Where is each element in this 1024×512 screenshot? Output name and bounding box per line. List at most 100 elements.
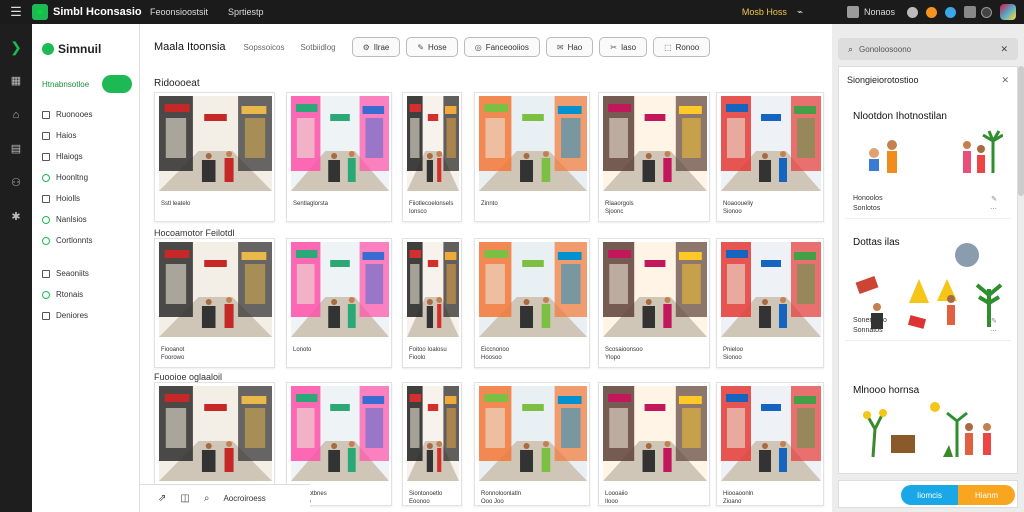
sidebar-active-item[interactable]: Htnabnsotloe	[40, 74, 132, 94]
sidebar-item[interactable]: Ruonooes	[42, 104, 92, 125]
user-name[interactable]: Nonaos	[864, 7, 895, 17]
sidebar-item-label: Deniores	[56, 311, 89, 320]
status-icon[interactable]	[907, 6, 918, 18]
sidebar-brand[interactable]: Simnuil	[42, 42, 101, 56]
photo-caption: Loooaiio	[605, 491, 628, 497]
store-photo-card[interactable]: Hiooaoonln Zioano	[716, 382, 824, 506]
search-icon[interactable]: ⌕	[204, 493, 210, 504]
button-label: Hose	[428, 42, 447, 52]
top-nav-item-2[interactable]: Sprtiestp	[228, 7, 264, 17]
sidebar-item[interactable]: Nanlsios	[42, 209, 92, 230]
section-title-3: Fuooioe oglaaloil	[154, 372, 223, 382]
store-photo	[479, 386, 587, 481]
close-icon[interactable]: ✕	[1001, 75, 1009, 86]
store-photo-card[interactable]: Rlaaorgols Sjoonc	[598, 92, 710, 222]
settings-icon[interactable]	[846, 6, 859, 18]
sidebar-toggle[interactable]	[102, 75, 132, 93]
toolbar-button-6[interactable]: ⬚ Ronoo	[653, 37, 711, 57]
sidebar-item[interactable]: Rtonais	[42, 284, 92, 305]
top-bar: ☰ ♣ Simbl Hconsasio Feoonsioostsit Sprti…	[0, 0, 1024, 24]
search-icon: ⌕	[848, 43, 854, 54]
store-photo-card[interactable]: Sstl leatelo	[154, 92, 275, 222]
photo-caption: Sentlaglorsta	[293, 201, 329, 207]
sidebar-item[interactable]: Hlaiogs	[42, 146, 92, 167]
rail-calendar-icon[interactable]: ▦	[9, 74, 23, 88]
photo-caption: Fioolo	[409, 355, 426, 361]
toolbar-button-3[interactable]: ◎ Fanceooiios	[463, 37, 540, 57]
cta-right-label: Hianm	[974, 490, 999, 500]
rail-users-icon[interactable]: ⚇	[9, 176, 23, 190]
alert-icon[interactable]	[926, 6, 937, 18]
sidebar-item[interactable]: Hoiolls	[42, 188, 92, 209]
right-search-bar[interactable]: ⌕ Gonoloosoono ✕	[838, 38, 1018, 60]
store-photo-card[interactable]: Noaooueliy Sionoo	[716, 92, 824, 222]
menu-icon[interactable]: ☰	[0, 4, 32, 20]
store-photo-card[interactable]: Lonoto	[286, 238, 392, 368]
button-label: Iaso	[620, 42, 637, 52]
toolbar-button-1[interactable]: ⚙ Ilrae	[351, 37, 401, 57]
photo-caption: Sionoo	[723, 209, 742, 215]
photo-caption: Eiccnonoo	[481, 347, 510, 353]
sidebar-item[interactable]: Seaoniits	[42, 263, 92, 284]
toolbar-button-2[interactable]: ✎ Hose	[406, 37, 458, 57]
tab-2[interactable]: Sotbiidlog	[300, 43, 335, 52]
primary-action-button[interactable]: Iiomcis Hianm	[901, 485, 1015, 505]
camera-icon[interactable]: ◫	[180, 493, 189, 504]
sidebar-logo-icon	[42, 43, 54, 55]
app-brand[interactable]: ♣ Simbl Hconsasio	[32, 4, 150, 20]
store-photo-card[interactable]: Foitoo Ioalosu Fioolo	[402, 238, 462, 368]
store-photo	[159, 242, 272, 337]
toolbar: Maala Itoonsia Sopssoicos Sotbiidlog ⚙ Il…	[140, 36, 832, 58]
store-photo-card[interactable]: Fiooanot Foorowo	[154, 238, 275, 368]
store-photo-card[interactable]: Scosaioonsoo Ylopo	[598, 238, 710, 368]
share-icon[interactable]: ⇗	[158, 493, 166, 504]
bottom-toolbar-label[interactable]: Aocroiroess	[223, 494, 265, 503]
edit-icon[interactable]: ✎	[991, 317, 997, 325]
photo-caption: Noaooueliy	[723, 201, 754, 207]
suggestion-card-3[interactable]: Mlnooo hornsa	[845, 363, 1011, 473]
close-icon[interactable]: ✕	[1000, 44, 1008, 55]
info-icon[interactable]	[945, 6, 956, 18]
sidebar-item[interactable]: Cortlonnts	[42, 230, 92, 251]
sidebar-item-label: Hoonltng	[56, 173, 89, 182]
app-logo-icon: ♣	[32, 4, 48, 20]
rail-expand-icon[interactable]: ❯	[9, 40, 23, 54]
sidebar-item[interactable]: Deniores	[42, 305, 92, 326]
sidebar-item-label: Hlaiogs	[56, 152, 83, 161]
store-photo-card[interactable]: Siontonoetlo Eoonoo	[402, 382, 462, 506]
target-icon: ◎	[474, 42, 482, 52]
store-photo	[291, 96, 389, 191]
store-photo-card[interactable]: Eiccnonoo Hoosoo	[474, 238, 590, 368]
right-panel-scrollbar[interactable]	[1018, 66, 1024, 196]
photo-caption: Hiooaoonln	[723, 491, 754, 497]
edit-icon: ✎	[417, 42, 425, 52]
store-photo	[721, 386, 821, 481]
top-badge-text[interactable]: Mosb Hoss	[742, 7, 787, 17]
photo-caption: Pnieloo	[723, 347, 744, 353]
store-photo-card[interactable]: Fiiotlecoelonsels Ionsco	[402, 92, 462, 222]
app-switcher-icon[interactable]	[981, 6, 992, 18]
suggestion-card-1[interactable]: Nlootdon Ihotnostilan Honoolos Sonlotos …	[845, 95, 1011, 219]
rail-home-icon[interactable]: ⌂	[9, 108, 23, 122]
sidebar-item[interactable]: Hoonltng	[42, 167, 92, 188]
store-photo-card[interactable]: Sentlaglorsta	[286, 92, 392, 222]
toolbar-button-5[interactable]: ✂ Iaso	[599, 37, 648, 57]
notification-icon[interactable]: ⌁	[797, 7, 803, 18]
top-nav-item-1[interactable]: Feoonsioostsit	[150, 7, 208, 17]
avatar[interactable]	[1000, 4, 1016, 20]
more-icon[interactable]: ⋯	[990, 327, 997, 335]
sidebar-item[interactable]: Haios	[42, 125, 92, 146]
grid-icon[interactable]	[964, 6, 976, 18]
store-photo-card[interactable]: Zinnto	[474, 92, 590, 222]
tab-1[interactable]: Sopssoicos	[244, 43, 285, 52]
store-photo-card[interactable]: Pnieloo Sionoo	[716, 238, 824, 368]
rail-puzzle-icon[interactable]: ✱	[9, 210, 23, 224]
edit-icon[interactable]: ✎	[991, 195, 997, 203]
more-icon[interactable]: ⋯	[990, 205, 997, 213]
suggestion-card-2[interactable]: Dottas ilas Sonenomo Sonnatos ✎ ⋯	[845, 223, 1011, 341]
rail-list-icon[interactable]: ▤	[9, 142, 23, 156]
store-photo-card[interactable]: Loooaiio Ilooo	[598, 382, 710, 506]
store-photo-card[interactable]: Ronnoloonlatln Ooo Joo	[474, 382, 590, 506]
toolbar-button-4[interactable]: ✉ Hao	[545, 37, 594, 57]
photo-caption: Sstl leatelo	[161, 201, 191, 207]
